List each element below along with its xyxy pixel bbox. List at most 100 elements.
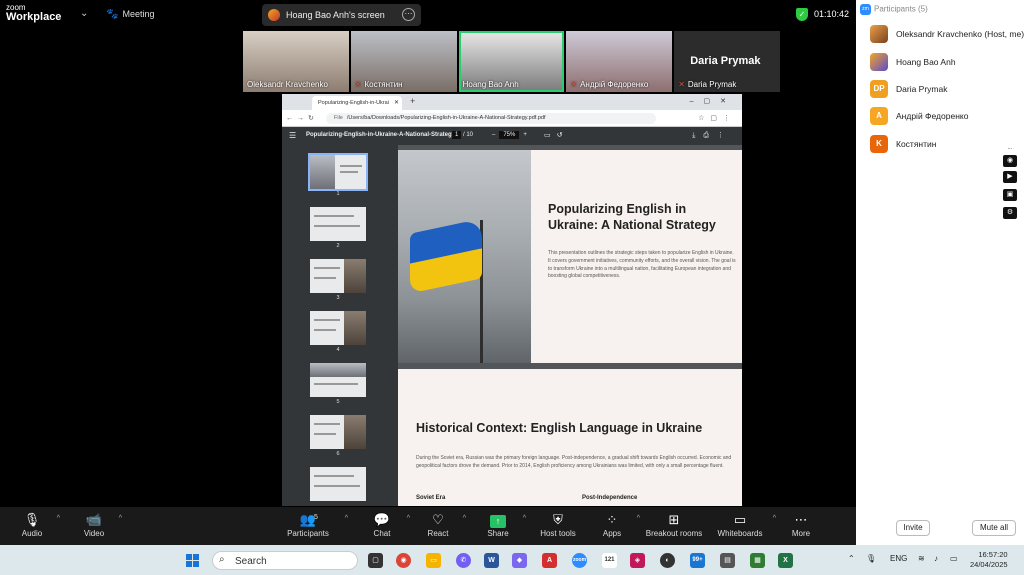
url-scheme-label: File	[334, 115, 343, 121]
chat-button[interactable]: 💬 Chat ^	[352, 511, 412, 538]
close-tab-icon[interactable]: ✕	[394, 99, 399, 106]
share-button[interactable]: ↑ Share ^	[468, 511, 528, 538]
camera-icon[interactable]: ◉	[1003, 155, 1017, 167]
pdf-page-thumb[interactable]	[310, 363, 366, 397]
tile-name-wrap: ✕ Костянтин	[355, 80, 403, 89]
word-icon[interactable]: W	[484, 553, 499, 568]
meeting-info-button[interactable]: 🐾 Meeting	[106, 9, 154, 20]
more-button[interactable]: ⋯ More	[771, 511, 831, 538]
react-button[interactable]: ♡ React ^	[408, 511, 468, 538]
chevron-up-icon[interactable]: ^	[57, 515, 60, 522]
participant-row[interactable]: A Андрій Федоренко	[870, 107, 1020, 127]
chevron-down-icon[interactable]: ⌄	[80, 8, 88, 19]
apps-button[interactable]: ⁘ Apps ^	[582, 511, 642, 538]
microphone-icon[interactable]: 🎙	[866, 554, 876, 563]
breakout-rooms-button[interactable]: ⊞ Breakout rooms	[640, 511, 708, 538]
taskbar-search[interactable]: ⌕ Search	[212, 551, 358, 570]
mic-muted-icon: ✕	[570, 80, 578, 89]
share-icon: ↑	[468, 511, 528, 529]
viber-icon[interactable]: ✆	[456, 553, 471, 568]
chevron-up-icon[interactable]: ⌃	[848, 554, 855, 563]
chevron-up-icon[interactable]: ^	[345, 515, 348, 522]
security-shield-icon[interactable]: ✓	[796, 8, 808, 21]
video-button[interactable]: 📹 Video ^	[64, 511, 124, 538]
pdf-page-thumb[interactable]	[308, 153, 368, 191]
participant-row[interactable]: K Костянтин	[870, 135, 1020, 155]
windows-start-icon[interactable]	[186, 554, 199, 567]
page-input[interactable]: 1	[452, 131, 462, 139]
invite-button[interactable]: Invite	[896, 520, 930, 536]
language-indicator[interactable]: ENG	[890, 554, 907, 563]
more-options-icon[interactable]: ···	[402, 8, 415, 21]
app-icon[interactable]: ▤	[720, 553, 735, 568]
thumb-number: 2	[336, 243, 340, 249]
video-camera-icon[interactable]: ▶	[1003, 171, 1017, 183]
app-icon[interactable]: ▦	[750, 553, 765, 568]
window-controls[interactable]: –▢✕	[690, 97, 736, 105]
fit-rotate-icons[interactable]: ▭↺	[544, 131, 568, 139]
whiteboards-button[interactable]: ▭ Whiteboards ^	[710, 511, 776, 538]
hamburger-menu-icon[interactable]: ☰	[289, 131, 296, 140]
participant-row[interactable]: Hoang Bao Anh	[870, 53, 1020, 73]
participants-button[interactable]: 👥 5 Participants ^	[278, 511, 348, 538]
nav-buttons[interactable]: ←→↻	[286, 114, 318, 122]
host-tools-button[interactable]: ⛨ Host tools	[528, 511, 588, 538]
whiteboards-label: Whiteboards	[717, 529, 763, 538]
gear-icon[interactable]: ⚙	[1003, 207, 1017, 219]
chevron-up-icon[interactable]: ^	[119, 515, 122, 522]
browser-extension-icons[interactable]: ☆▢⋮	[698, 114, 736, 122]
excel-icon[interactable]: X	[778, 553, 793, 568]
page-indicator: 1 / 10	[452, 131, 473, 139]
ukraine-flag-image	[398, 150, 531, 363]
app-icon[interactable]: ◈	[630, 553, 645, 568]
notification-badge-icon[interactable]: 99+	[690, 553, 705, 568]
zoom-taskbar-icon[interactable]: zoom	[572, 553, 587, 568]
audio-label: Audio	[21, 529, 43, 538]
participants-label: Participants	[287, 529, 329, 538]
participant-name: Hoang Bao Anh	[896, 57, 956, 67]
download-print-icons[interactable]: ⤓⎙⋮	[692, 131, 732, 140]
pdf-page-thumb[interactable]	[310, 311, 366, 345]
video-tile[interactable]: ✕ Андрій Федоренко	[566, 31, 673, 92]
screens-icon[interactable]: ▣	[1003, 189, 1017, 201]
participant-name: Daria Prymak	[896, 84, 948, 94]
app-icon[interactable]: ◆	[512, 553, 527, 568]
pdf-page-thumb[interactable]	[310, 467, 366, 501]
participant-avatar: K	[870, 135, 888, 153]
thumb-number: 4	[336, 347, 340, 353]
pdf-page-thumb[interactable]	[310, 259, 366, 293]
pdf-page-thumb[interactable]	[310, 415, 366, 449]
zoom-icon: zm	[860, 4, 871, 15]
chevron-up-icon[interactable]: ^	[523, 515, 526, 522]
audio-button[interactable]: 🎙 Audio ^	[2, 511, 62, 538]
video-tile-active[interactable]: Hoang Bao Anh	[458, 31, 565, 92]
page2-body: During the Soviet era, Russian was the p…	[416, 455, 732, 469]
new-tab-icon[interactable]: +	[410, 96, 415, 106]
task-view-icon[interactable]: ▢	[368, 553, 383, 568]
participant-row[interactable]: DP Daria Prymak	[870, 80, 1020, 100]
video-tile[interactable]: Oleksandr Kravchenko	[243, 31, 349, 92]
host-tools-label: Host tools	[540, 529, 576, 538]
participant-row[interactable]: Oleksandr Kravchenko (Host, me)	[870, 25, 1024, 45]
app-icon[interactable]: ◐	[660, 553, 675, 568]
paw-icon: 🐾	[106, 9, 119, 20]
screen-share-pill[interactable]: Hoang Bao Anh's screen ···	[262, 4, 421, 26]
pdf-app-icon[interactable]: A	[542, 553, 557, 568]
tools-more-icon[interactable]: ⋯	[1003, 145, 1017, 153]
chevron-up-icon[interactable]: ^	[463, 515, 466, 522]
battery-icon[interactable]: ▭	[950, 554, 958, 563]
wifi-icon[interactable]: ≋	[918, 554, 925, 563]
speaker-icon[interactable]: ♪	[934, 554, 938, 563]
calendar-icon[interactable]: 121	[602, 553, 617, 568]
video-tile[interactable]: ✕ Костянтин	[350, 31, 457, 92]
pdf-page-thumb[interactable]	[310, 207, 366, 241]
mute-all-button[interactable]: Mute all	[972, 520, 1016, 536]
file-explorer-icon[interactable]: ▭	[426, 553, 441, 568]
zoom-level[interactable]: 75%	[499, 131, 520, 139]
system-clock[interactable]: 16:57:20 24/04/2025	[970, 550, 1008, 570]
url-field[interactable]: File/Users/ba/Downloads/Popularizing-Eng…	[326, 113, 656, 124]
participants-count: 5	[314, 514, 318, 521]
chrome-icon[interactable]: ◉	[396, 553, 411, 568]
browser-tab[interactable]: Popularizing-English-in-Ukrai ✕	[312, 96, 402, 110]
video-tile[interactable]: Daria Prymak ✕ Daria Prymak	[674, 31, 780, 92]
